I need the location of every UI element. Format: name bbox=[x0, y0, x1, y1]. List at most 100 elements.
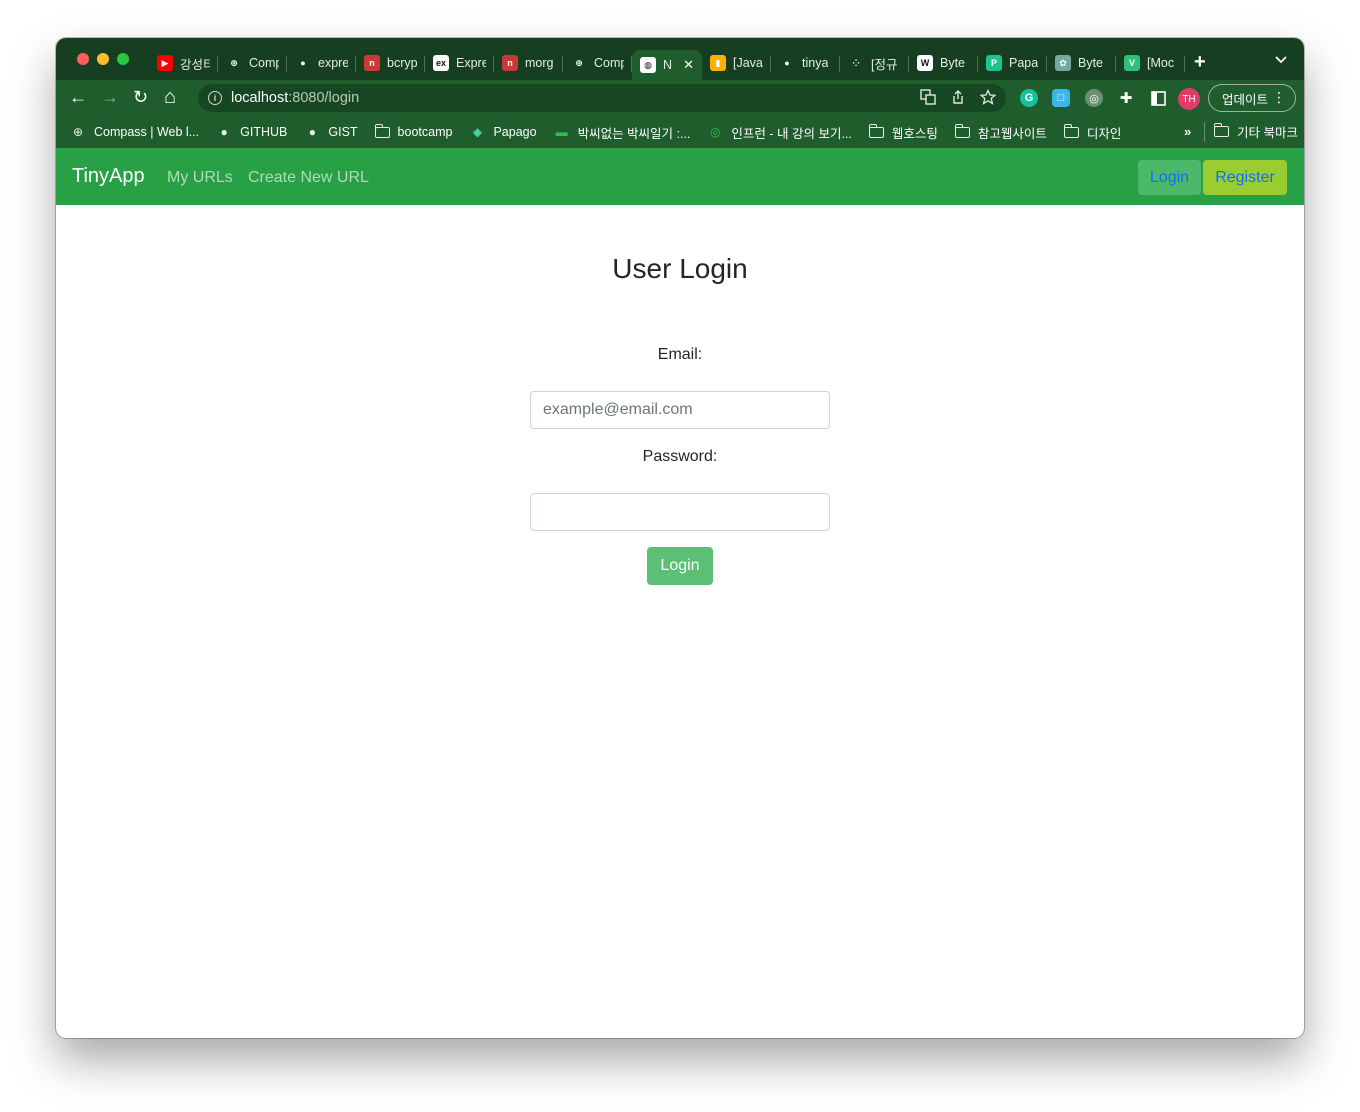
tab-2[interactable]: ● expre bbox=[287, 50, 356, 76]
profile-avatar[interactable]: TH bbox=[1178, 88, 1200, 110]
tab-13[interactable]: ✿ Byte bbox=[1047, 50, 1116, 76]
side-panel-icon[interactable] bbox=[1149, 89, 1167, 107]
tab-7[interactable]: ◍ N ✕ bbox=[632, 50, 702, 80]
bookmark-2[interactable]: ● GIST bbox=[304, 125, 358, 139]
tab-6[interactable]: ⊕ Comp bbox=[563, 50, 632, 76]
folder-icon bbox=[868, 123, 884, 138]
bookmark-6[interactable]: ◎ 인프런 - 내 강의 보기... bbox=[707, 123, 852, 142]
bookmark-0[interactable]: ⊕ Compass | Web l... bbox=[70, 125, 199, 139]
bookmark-label: 웹호스팅 bbox=[891, 126, 938, 141]
compass-icon: ⊕ bbox=[571, 55, 587, 71]
share-icon[interactable] bbox=[950, 89, 966, 109]
folder-icon bbox=[1214, 123, 1229, 137]
globe-icon: ◍ bbox=[640, 57, 656, 73]
tab-title: morg bbox=[525, 56, 554, 70]
app-navbar: TinyApp My URLs Create New URL Login Reg… bbox=[56, 148, 1304, 205]
bookmark-7[interactable]: 웹호스팅 bbox=[868, 123, 938, 142]
bookmark-1[interactable]: ● GITHUB bbox=[216, 125, 288, 139]
update-button[interactable]: 업데이트 ⋮ bbox=[1208, 84, 1296, 112]
grammarly-icon[interactable]: G bbox=[1020, 89, 1038, 107]
tab-search-icon[interactable] bbox=[1275, 55, 1287, 67]
site-info-icon[interactable]: i bbox=[208, 91, 222, 105]
home-icon[interactable]: ⌂ bbox=[164, 87, 176, 107]
folder-icon bbox=[954, 123, 970, 138]
bookmark-4[interactable]: ◆ Papago bbox=[469, 125, 537, 139]
youtube-icon: ▶ bbox=[157, 55, 173, 71]
menu-kebab-icon[interactable]: ⋮ bbox=[1272, 89, 1286, 106]
compass-icon: ⊕ bbox=[72, 125, 84, 139]
tab-5[interactable]: n morg bbox=[494, 50, 563, 76]
bookmark-5[interactable]: ▬ 박씨없는 박씨일기 :... bbox=[554, 123, 691, 142]
bookmarks-bar: ⊕ Compass | Web l... ● GITHUB ● GIST bootcamp ◆… bbox=[56, 116, 1304, 148]
close-tab-icon[interactable]: ✕ bbox=[683, 57, 694, 73]
bookmarks-overflow-icon[interactable]: » bbox=[1184, 124, 1191, 139]
email-field[interactable] bbox=[530, 391, 830, 429]
password-label: Password: bbox=[642, 448, 718, 465]
bookmark-9[interactable]: 디자인 bbox=[1063, 123, 1121, 142]
nav-register-button[interactable]: Register bbox=[1203, 160, 1287, 195]
tab-title: 강성티 bbox=[180, 57, 210, 72]
dots-icon: ⁘ bbox=[848, 55, 864, 71]
new-tab-button[interactable]: + bbox=[1194, 51, 1206, 74]
bookmark-label: 박씨없는 박씨일기 :... bbox=[577, 126, 691, 141]
v-icon: V bbox=[1124, 55, 1140, 71]
address-url[interactable]: localhost:8080/login bbox=[231, 90, 359, 106]
tab-12[interactable]: P Papa bbox=[978, 50, 1047, 76]
login-submit-button[interactable]: Login bbox=[647, 547, 713, 585]
other-bookmarks-folder[interactable]: 기타 북마크 bbox=[1214, 122, 1298, 141]
openai-icon: ✿ bbox=[1055, 55, 1071, 71]
bookmark-label: 참고웹사이트 bbox=[977, 126, 1047, 141]
tab-title: bcryp bbox=[387, 56, 417, 70]
chart-icon: ▮ bbox=[710, 55, 726, 71]
tab-list: ▶ 강성티 ⊕ Comp ● expre n bcryp ex Expre n morg ⊕ Comp ◍ N… bbox=[149, 50, 1185, 80]
tab-8[interactable]: ▮ [Java bbox=[702, 50, 771, 76]
reload-icon[interactable]: ↻ bbox=[133, 87, 148, 107]
nav-link-my-urls[interactable]: My URLs bbox=[167, 169, 233, 187]
inflearn-icon: ◎ bbox=[710, 125, 721, 139]
tab-strip: ▶ 강성티 ⊕ Comp ● expre n bcryp ex Expre n morg ⊕ Comp ◍ N… bbox=[56, 38, 1304, 80]
npm-icon: n bbox=[364, 55, 380, 71]
address-host: localhost bbox=[231, 90, 289, 106]
minimize-window-button[interactable] bbox=[97, 53, 109, 65]
tab-4[interactable]: ex Expre bbox=[425, 50, 494, 76]
compass-icon: ⊕ bbox=[226, 55, 242, 71]
bookmark-label: bootcamp bbox=[397, 125, 453, 139]
tab-14[interactable]: V [Moc bbox=[1116, 50, 1185, 76]
nav-login-button[interactable]: Login bbox=[1138, 160, 1201, 195]
tab-3[interactable]: n bcryp bbox=[356, 50, 425, 76]
express-icon: ex bbox=[433, 55, 449, 71]
email-label: Email: bbox=[657, 346, 703, 363]
bookmarks-divider bbox=[1204, 122, 1205, 142]
npm-icon: n bbox=[502, 55, 518, 71]
tab-1[interactable]: ⊕ Comp bbox=[218, 50, 287, 76]
blog-icon: ▬ bbox=[555, 125, 568, 139]
bookmark-3[interactable]: bootcamp bbox=[374, 123, 453, 139]
tab-title: Expre bbox=[456, 56, 486, 70]
folder-icon bbox=[1063, 123, 1079, 138]
github-icon: ● bbox=[308, 125, 316, 139]
bookmark-label: Compass | Web l... bbox=[94, 125, 200, 139]
bookmark-8[interactable]: 참고웹사이트 bbox=[954, 123, 1047, 142]
tab-title: Comp bbox=[249, 56, 279, 70]
tab-0[interactable]: ▶ 강성티 bbox=[149, 50, 218, 76]
close-window-button[interactable] bbox=[77, 53, 89, 65]
extension-blue-icon[interactable]: □ bbox=[1052, 89, 1070, 107]
extension-globe-icon[interactable]: ◎ bbox=[1085, 89, 1103, 107]
translate-icon[interactable] bbox=[920, 89, 936, 109]
tab-11[interactable]: W Byte bbox=[909, 50, 978, 76]
address-bar[interactable]: i localhost:8080/login bbox=[198, 84, 1006, 112]
page-title: User Login bbox=[612, 253, 748, 284]
tab-10[interactable]: ⁘ [정규 bbox=[840, 50, 909, 76]
star-icon[interactable] bbox=[979, 88, 997, 109]
nav-link-create-new-url[interactable]: Create New URL bbox=[248, 169, 369, 187]
wikipedia-icon: W bbox=[917, 55, 933, 71]
forward-icon[interactable]: → bbox=[101, 87, 119, 107]
brand-link[interactable]: TinyApp bbox=[72, 165, 145, 188]
zoom-window-button[interactable] bbox=[117, 53, 129, 65]
tab-9[interactable]: ● tinya bbox=[771, 50, 840, 76]
bookmark-label: 인프런 - 내 강의 보기... bbox=[731, 126, 852, 141]
back-icon[interactable]: ← bbox=[69, 87, 87, 107]
extensions-puzzle-icon[interactable]: ✚ bbox=[1117, 89, 1135, 107]
password-field[interactable] bbox=[530, 493, 830, 531]
papago-icon: ◆ bbox=[472, 125, 483, 139]
